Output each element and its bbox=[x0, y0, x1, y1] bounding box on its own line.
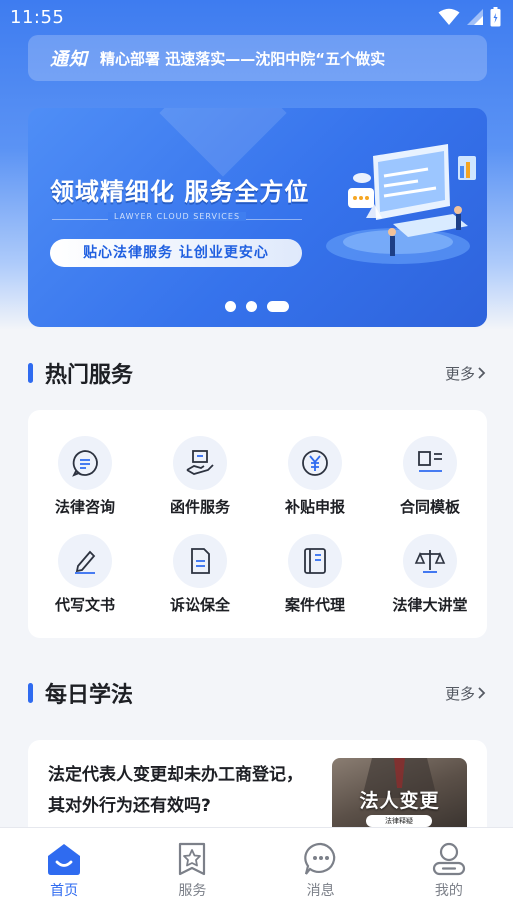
service-law-lecture[interactable]: 法律大讲堂 bbox=[380, 534, 480, 615]
wifi-icon bbox=[438, 8, 460, 25]
service-label: 法律大讲堂 bbox=[392, 596, 468, 614]
chevron-right-icon bbox=[478, 367, 486, 379]
pagination-dot[interactable] bbox=[246, 301, 257, 312]
promo-banner[interactable]: 领域精细化 服务全方位 LAWYER CLOUD SERVICES 贴心法律服务… bbox=[28, 108, 487, 327]
banner-shine-decoration bbox=[159, 108, 287, 177]
service-subsidy[interactable]: 补贴申报 bbox=[265, 436, 365, 517]
article-card[interactable]: 法定代表人变更却未办工商登记，其对外行为还有效吗? 法人变更 法律释疑 bbox=[28, 740, 487, 840]
more-label: 更多 bbox=[444, 684, 475, 703]
banner-subtitle-text: LAWYER CLOUD SERVICES bbox=[107, 212, 247, 221]
banner-subtitle: LAWYER CLOUD SERVICES bbox=[52, 212, 302, 221]
tab-label: 首页 bbox=[50, 883, 79, 899]
hot-services-grid: 法律咨询 函件服务 补贴申报 合同模板 代写文书 诉讼保全 案件代理 法律大讲堂 bbox=[28, 410, 487, 638]
hot-services-header: 热门服务 更多 bbox=[28, 358, 487, 388]
signal-icon bbox=[467, 9, 483, 25]
tab-label: 我的 bbox=[434, 883, 463, 899]
hot-services-more-link[interactable]: 更多 bbox=[445, 363, 487, 384]
daily-study-title: 每日学法 bbox=[45, 683, 134, 708]
document-icon bbox=[173, 534, 227, 588]
status-bar: 11:55 bbox=[0, 0, 513, 34]
section-accent-bar bbox=[28, 683, 33, 703]
service-case-agency[interactable]: 案件代理 bbox=[265, 534, 365, 615]
service-ghostwriting[interactable]: 代写文书 bbox=[35, 534, 135, 615]
notice-bar[interactable]: 通知 精心部署 迅速落实——沈阳中院“五个做实 bbox=[28, 35, 487, 81]
thumbnail-tag: 法律释疑 bbox=[366, 815, 432, 827]
message-icon bbox=[303, 842, 335, 875]
notice-tag: 通知 bbox=[50, 49, 88, 70]
yuan-coin-icon bbox=[288, 436, 342, 490]
tab-label: 服务 bbox=[178, 883, 207, 899]
banner-pagination bbox=[225, 301, 289, 312]
service-star-icon bbox=[179, 842, 206, 876]
daily-study-more-link[interactable]: 更多 bbox=[445, 683, 487, 704]
article-title: 法定代表人变更却未办工商登记，其对外行为还有效吗? bbox=[48, 765, 303, 816]
service-litigation-preservation[interactable]: 诉讼保全 bbox=[150, 534, 250, 615]
profile-icon bbox=[432, 842, 465, 876]
status-icons bbox=[438, 7, 501, 27]
service-legal-consult[interactable]: 法律咨询 bbox=[35, 436, 135, 517]
tab-label: 消息 bbox=[306, 883, 335, 899]
case-book-icon bbox=[288, 534, 342, 588]
service-label: 函件服务 bbox=[169, 498, 230, 516]
service-label: 代写文书 bbox=[54, 596, 115, 614]
notice-text: 精心部署 迅速落实——沈阳中院“五个做实 bbox=[100, 49, 386, 68]
template-grid-icon bbox=[403, 436, 457, 490]
service-label: 补贴申报 bbox=[284, 498, 345, 516]
daily-study-title-wrap: 每日学法 bbox=[28, 677, 133, 709]
service-label: 法律咨询 bbox=[54, 498, 115, 516]
balance-scale-icon bbox=[403, 534, 457, 588]
hot-services-title-wrap: 热门服务 bbox=[28, 357, 133, 389]
service-contract-template[interactable]: 合同模板 bbox=[380, 436, 480, 517]
chat-bubble-icon bbox=[58, 436, 112, 490]
banner-title: 领域精细化 服务全方位 bbox=[50, 178, 310, 206]
pen-edit-icon bbox=[58, 534, 112, 588]
computer-illustration-icon bbox=[326, 144, 476, 264]
chevron-right-icon bbox=[478, 687, 486, 699]
banner-slogan: 贴心法律服务 让创业更安心 bbox=[50, 239, 302, 267]
pagination-dot-active[interactable] bbox=[267, 301, 289, 312]
tab-messages[interactable]: 消息 bbox=[257, 828, 385, 913]
status-time: 11:55 bbox=[10, 6, 65, 28]
battery-icon bbox=[490, 7, 501, 27]
section-accent-bar bbox=[28, 363, 33, 383]
bottom-tab-bar: 首页 服务 消息 我的 bbox=[0, 827, 513, 913]
more-label: 更多 bbox=[444, 364, 475, 383]
service-label: 诉讼保全 bbox=[169, 596, 230, 614]
service-label: 合同模板 bbox=[399, 498, 460, 516]
tab-profile[interactable]: 我的 bbox=[385, 828, 513, 913]
service-letter[interactable]: 函件服务 bbox=[150, 436, 250, 517]
tab-service[interactable]: 服务 bbox=[128, 828, 256, 913]
tab-home[interactable]: 首页 bbox=[0, 828, 128, 913]
home-icon bbox=[48, 844, 81, 875]
pagination-dot[interactable] bbox=[225, 301, 236, 312]
letter-hand-icon bbox=[173, 436, 227, 490]
service-label: 案件代理 bbox=[284, 596, 345, 614]
hot-services-title: 热门服务 bbox=[45, 363, 134, 388]
thumbnail-title: 法人变更 bbox=[359, 790, 440, 812]
daily-study-header: 每日学法 更多 bbox=[28, 678, 487, 708]
